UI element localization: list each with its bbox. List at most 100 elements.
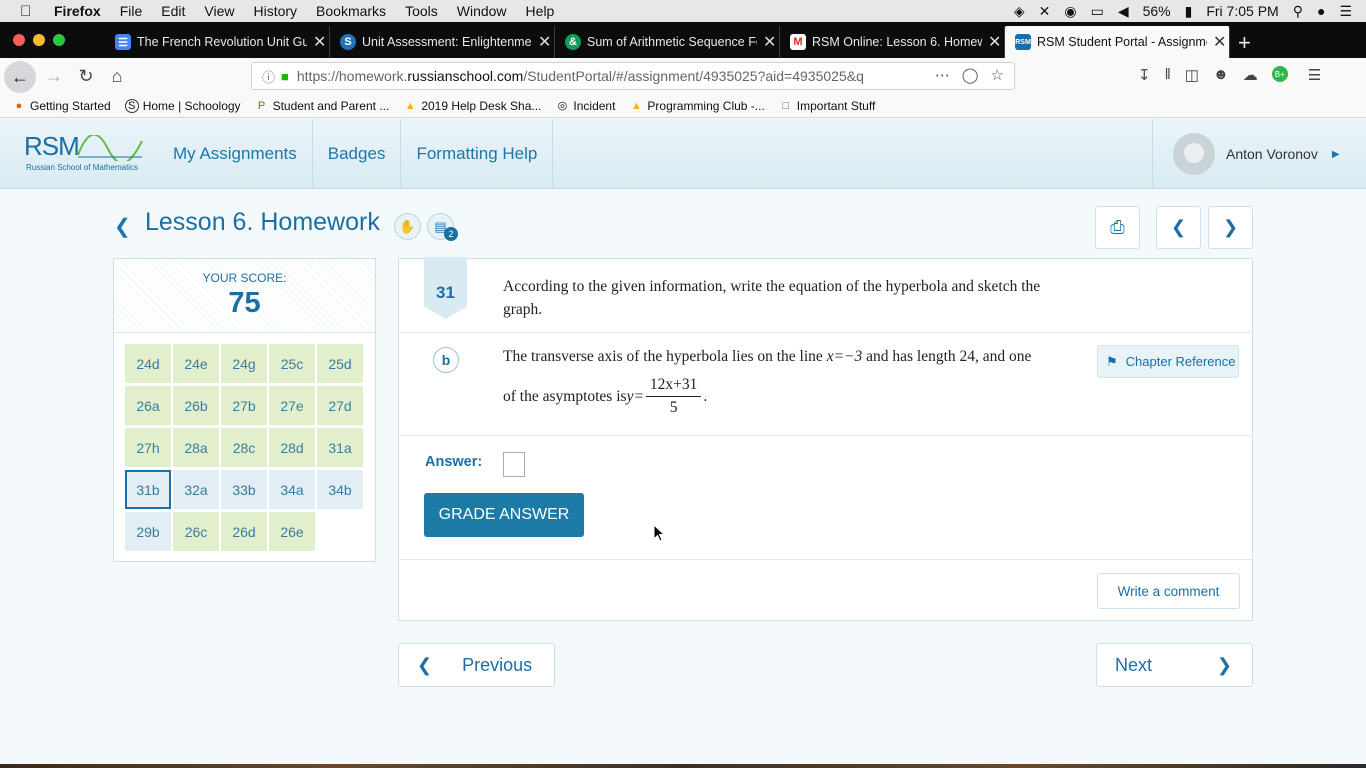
- close-tab-icon[interactable]: ✕: [1213, 32, 1226, 52]
- drive-icon: ▲: [404, 99, 416, 112]
- problem-cell[interactable]: 29b: [125, 512, 171, 551]
- clock[interactable]: Fri 7:05 PM: [1206, 3, 1278, 19]
- extension-icon[interactable]: ☁: [1243, 66, 1258, 84]
- airplay-icon[interactable]: ▭: [1091, 3, 1104, 20]
- browser-tab[interactable]: S Unit Assessment: Enlightenmen ✕: [330, 26, 555, 58]
- browser-tab[interactable]: ☰ The French Revolution Unit Gui ✕: [105, 26, 330, 58]
- problem-cell[interactable]: 26a: [125, 386, 171, 425]
- close-tab-icon[interactable]: ✕: [313, 32, 326, 52]
- bookmark-item[interactable]: P Student and Parent ...: [255, 99, 389, 113]
- problem-cell[interactable]: 33b: [221, 470, 267, 509]
- problem-cell[interactable]: 24d: [125, 344, 171, 383]
- problem-cell[interactable]: 24g: [221, 344, 267, 383]
- next-problem-button[interactable]: ❯: [1208, 206, 1253, 249]
- problem-cell[interactable]: 26c: [173, 512, 219, 551]
- account-icon[interactable]: ☻: [1213, 66, 1229, 84]
- battery-icon[interactable]: ▮: [1185, 3, 1193, 20]
- problem-cell[interactable]: 27d: [317, 386, 363, 425]
- library-icon[interactable]: ‖: [1165, 66, 1171, 84]
- browser-tab-active[interactable]: RSM RSM Student Portal - Assignme ✕: [1005, 26, 1230, 58]
- grammar-extension-icon[interactable]: B+: [1271, 66, 1288, 82]
- menu-help[interactable]: Help: [526, 3, 555, 19]
- home-icon[interactable]: ⌂: [103, 62, 131, 90]
- print-button[interactable]: ⎙: [1095, 206, 1140, 249]
- window-minimize-icon[interactable]: [33, 34, 45, 46]
- bookmark-item[interactable]: S Home | Schoology: [124, 98, 241, 113]
- hamburger-menu-icon[interactable]: ☰: [1308, 66, 1321, 84]
- problem-cell[interactable]: 26e: [269, 512, 315, 551]
- bookmark-item[interactable]: ◎ Incident: [555, 99, 616, 113]
- grade-answer-button[interactable]: GRADE ANSWER: [424, 493, 584, 537]
- answer-input[interactable]: [503, 452, 525, 477]
- battery-percent[interactable]: 56%: [1143, 3, 1171, 19]
- prev-problem-button[interactable]: ❮: [1156, 206, 1201, 249]
- problem-cell[interactable]: 27b: [221, 386, 267, 425]
- menu-edit[interactable]: Edit: [161, 3, 185, 19]
- lock-icon[interactable]: ■: [281, 69, 289, 84]
- menu-window[interactable]: Window: [457, 3, 507, 19]
- volume-icon[interactable]: ◀: [1118, 3, 1129, 20]
- menu-bookmarks[interactable]: Bookmarks: [316, 3, 386, 19]
- next-button[interactable]: Next ❯: [1096, 643, 1253, 687]
- siri-icon[interactable]: ●: [1317, 3, 1325, 19]
- problem-cell[interactable]: 27e: [269, 386, 315, 425]
- menu-history[interactable]: History: [253, 3, 297, 19]
- window-zoom-icon[interactable]: [53, 34, 65, 46]
- downloads-icon[interactable]: ↧: [1138, 66, 1151, 84]
- menu-app-name[interactable]: Firefox: [54, 3, 101, 19]
- problem-cell[interactable]: 28d: [269, 428, 315, 467]
- menu-view[interactable]: View: [204, 3, 234, 19]
- bluetooth-icon[interactable]: ✕: [1039, 3, 1051, 20]
- info-icon[interactable]: ⓘ: [262, 67, 275, 86]
- problem-cell[interactable]: 31a: [317, 428, 363, 467]
- dropbox-icon[interactable]: ◈: [1014, 3, 1025, 20]
- problem-cell[interactable]: 34a: [269, 470, 315, 509]
- new-tab-icon[interactable]: +: [1238, 30, 1251, 56]
- chapter-reference-button[interactable]: ⚑ Chapter Reference: [1097, 345, 1239, 378]
- previous-button[interactable]: ❮ Previous: [398, 643, 555, 687]
- browser-tab[interactable]: M RSM Online: Lesson 6. Homewo ✕: [780, 26, 1005, 58]
- url-bar[interactable]: ⓘ ■ https://homework. russianschool.com/S…: [251, 62, 1015, 90]
- problem-cell[interactable]: 28a: [173, 428, 219, 467]
- bookmark-item[interactable]: ▲ Programming Club -...: [629, 99, 765, 113]
- browser-tab[interactable]: & Sum of Arithmetic Sequence Fo ✕: [555, 26, 780, 58]
- nav-badges[interactable]: Badges: [313, 119, 402, 189]
- back-icon[interactable]: ←: [4, 61, 36, 93]
- problem-cell[interactable]: 26d: [221, 512, 267, 551]
- back-chevron-icon[interactable]: ❮: [114, 214, 131, 239]
- nav-formatting-help[interactable]: Formatting Help: [401, 119, 554, 189]
- spotlight-icon[interactable]: ⚲: [1293, 3, 1303, 20]
- problem-cell[interactable]: 26b: [173, 386, 219, 425]
- apple-icon[interactable]: : [20, 3, 38, 20]
- problem-cell[interactable]: 27h: [125, 428, 171, 467]
- page-actions-icon[interactable]: ⋯: [935, 66, 950, 84]
- forward-icon[interactable]: →: [40, 62, 68, 90]
- rsm-logo[interactable]: RSM Russian School of Mathematics: [24, 131, 144, 177]
- menu-file[interactable]: File: [120, 3, 143, 19]
- menu-tools[interactable]: Tools: [405, 3, 438, 19]
- user-menu[interactable]: Anton Voronov ▶: [1152, 119, 1366, 189]
- bookmark-item[interactable]: □ Important Stuff: [779, 99, 875, 113]
- nav-my-assignments[interactable]: My Assignments: [158, 119, 313, 189]
- window-close-icon[interactable]: [13, 34, 25, 46]
- problem-cell[interactable]: 31b: [125, 470, 171, 509]
- pocket-icon[interactable]: ◯: [962, 66, 979, 84]
- bookmark-item[interactable]: ▲ 2019 Help Desk Sha...: [403, 99, 542, 113]
- hand-icon[interactable]: ✋: [394, 213, 421, 240]
- bookmark-star-icon[interactable]: ☆: [991, 66, 1004, 84]
- close-tab-icon[interactable]: ✕: [538, 32, 551, 52]
- problem-cell[interactable]: 28c: [221, 428, 267, 467]
- close-tab-icon[interactable]: ✕: [988, 32, 1001, 52]
- problem-cell[interactable]: 25d: [317, 344, 363, 383]
- problem-cell[interactable]: 32a: [173, 470, 219, 509]
- problem-cell[interactable]: 34b: [317, 470, 363, 509]
- sidebar-icon[interactable]: ◫: [1185, 66, 1199, 84]
- write-comment-button[interactable]: Write a comment: [1097, 573, 1240, 609]
- bookmark-item[interactable]: ● Getting Started: [12, 99, 111, 113]
- notification-center-icon[interactable]: ☰: [1339, 3, 1352, 20]
- close-tab-icon[interactable]: ✕: [763, 32, 776, 52]
- reload-icon[interactable]: ↻: [72, 62, 100, 90]
- problem-cell[interactable]: 24e: [173, 344, 219, 383]
- problem-cell[interactable]: 25c: [269, 344, 315, 383]
- wifi-icon[interactable]: ◉: [1064, 3, 1076, 20]
